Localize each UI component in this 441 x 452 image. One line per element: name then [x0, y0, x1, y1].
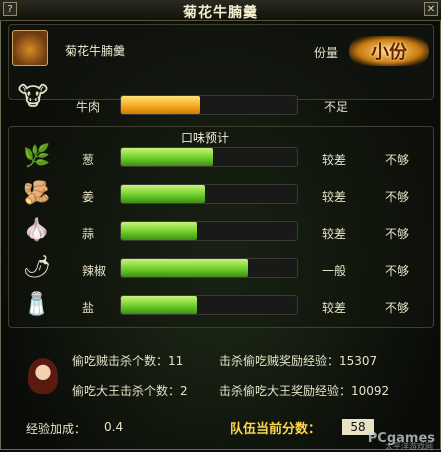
- taste-header: 口味预计: [181, 131, 230, 145]
- title-bar: ? 菊花牛腩羹 ✕: [0, 0, 441, 21]
- window-title: 菊花牛腩羹: [183, 5, 258, 21]
- taste-bar-fill: [121, 259, 248, 277]
- taste-status: 不够: [385, 264, 410, 278]
- taste-status: 不够: [385, 153, 410, 167]
- thief-kills: 偷吃贼击杀个数：11: [72, 354, 184, 368]
- ginger-icon: 🫚: [23, 180, 51, 206]
- main-ingredient-status: 不足: [324, 100, 349, 114]
- taste-bar: [120, 221, 298, 241]
- taste-quality: 较差: [322, 153, 347, 167]
- taste-bar: [120, 258, 298, 278]
- portion-label: 份量: [314, 46, 339, 60]
- taste-quality: 较差: [322, 227, 347, 241]
- taste-status: 不够: [385, 301, 410, 315]
- taste-bar-fill: [121, 296, 197, 314]
- taste-quality: 较差: [322, 190, 347, 204]
- taste-status: 不够: [385, 227, 410, 241]
- scallion-icon: 🌿: [23, 143, 51, 169]
- dish-name: 菊花牛腩羹: [65, 44, 126, 58]
- taste-name: 姜: [82, 190, 95, 204]
- portion-size-value: 小份: [371, 42, 407, 63]
- king-exp: 击杀偷吃大王奖励经验：10092: [219, 384, 390, 398]
- taste-status: 不够: [385, 190, 410, 204]
- taste-bar-fill: [121, 222, 197, 240]
- exp-bonus-label: 经验加成：: [26, 422, 87, 436]
- dish-icon: [12, 30, 48, 66]
- main-ingredient-fill: [121, 96, 201, 114]
- taste-quality: 一般: [322, 264, 347, 278]
- portion-size-button[interactable]: 小份: [349, 36, 429, 66]
- taste-bar: [120, 184, 298, 204]
- garlic-icon: 🧄: [23, 217, 51, 243]
- taste-name: 盐: [82, 301, 95, 315]
- chili-icon: 🌶: [23, 254, 51, 280]
- exp-bonus-value: 0.4: [104, 420, 124, 434]
- beef-icon: 🐮: [17, 82, 49, 112]
- taste-name: 葱: [82, 153, 95, 167]
- team-score-label: 队伍当前分数：: [230, 422, 322, 437]
- thief-exp: 击杀偷吃贼奖励经验：15307: [219, 354, 378, 368]
- taste-bar-fill: [121, 148, 213, 166]
- watermark-sub: 太平洋游戏网: [385, 442, 433, 451]
- taste-name: 辣椒: [82, 264, 107, 278]
- king-kills: 偷吃大王击杀个数：2: [72, 384, 188, 398]
- main-ingredient-name: 牛肉: [76, 100, 101, 114]
- close-icon[interactable]: ✕: [424, 2, 438, 16]
- taste-name: 蒜: [82, 227, 95, 241]
- taste-quality: 较差: [322, 301, 347, 315]
- thief-avatar: [28, 358, 58, 394]
- taste-bar: [120, 295, 298, 315]
- salt-icon: 🧂: [23, 291, 51, 317]
- taste-bar-fill: [121, 185, 206, 203]
- main-ingredient-bar: [120, 95, 298, 115]
- taste-bar: [120, 147, 298, 167]
